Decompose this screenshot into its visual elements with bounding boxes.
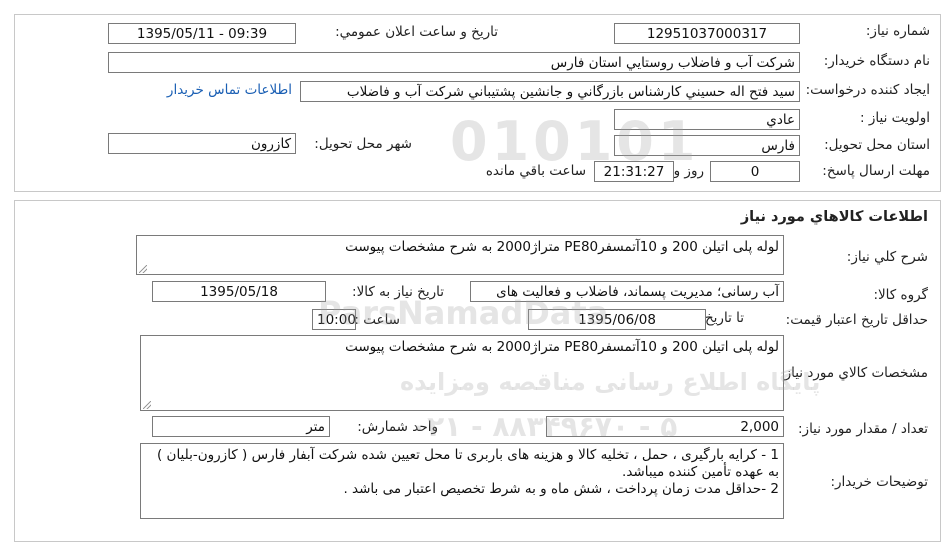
until-date-field[interactable]: 1395/06/08 xyxy=(528,309,706,330)
time-left-field[interactable]: 21:31:27 xyxy=(594,161,674,182)
quantity-field[interactable]: 2,000 xyxy=(546,416,784,437)
resize-handle[interactable] xyxy=(143,401,151,409)
goods-spec-text: لوله پلی اتیلن 200 و 10آتمسفرPE80 متراژ2… xyxy=(345,339,779,355)
priority-label: اولويت نياز : xyxy=(860,110,930,126)
buyer-notes-line-1: 1 - کرایه بارگیری ، حمل ، تخلیه کالا و ه… xyxy=(156,447,779,480)
general-desc-text: لوله پلی اتیلن 200 و 10آتمسفرPE80 متراژ2… xyxy=(345,239,779,255)
goods-info-panel: اطلاعات کالاهاي مورد نياز شرح کلي نياز: … xyxy=(14,200,941,542)
buyer-notes-field[interactable]: 1 - کرایه بارگیری ، حمل ، تخلیه کالا و ه… xyxy=(140,443,784,519)
need-number-label: شماره نياز: xyxy=(865,23,930,39)
buyer-org-field[interactable]: شرکت آب و فاضلاب روستايي استان فارس xyxy=(108,52,800,73)
province-field[interactable]: فارس xyxy=(614,135,800,156)
quantity-label: تعداد / مقدار مورد نياز: xyxy=(798,421,928,437)
general-desc-field[interactable]: لوله پلی اتیلن 200 و 10آتمسفرPE80 متراژ2… xyxy=(136,235,784,275)
days-label: روز و xyxy=(673,163,704,179)
need-info-panel: شماره نياز: 12951037000317 تاريخ و ساعت … xyxy=(14,14,941,192)
buyer-notes-line-2: 2 -حداقل مدت زمان پرداخت ، شش ماه و به ش… xyxy=(343,481,779,497)
days-field[interactable]: 0 xyxy=(710,161,800,182)
need-date-field[interactable]: 1395/05/18 xyxy=(152,281,326,302)
need-number-field[interactable]: 12951037000317 xyxy=(614,23,800,44)
city-field[interactable]: کازرون xyxy=(108,133,296,154)
goods-group-field[interactable]: آب رسانی؛ مدیریت پسماند، فاضلاب و فعالیت… xyxy=(470,281,784,302)
deadline-label: مهلت ارسال پاسخ: xyxy=(822,163,930,179)
hour-field[interactable]: 10:00 xyxy=(312,309,356,330)
hour-label: ساعت : xyxy=(354,312,400,328)
general-desc-label: شرح کلي نياز: xyxy=(846,249,928,265)
requester-label: ايجاد کننده درخواست: xyxy=(805,82,930,98)
requester-field[interactable]: سيد فتح اله حسيني کارشناس بازرگاني و جان… xyxy=(300,81,800,102)
announce-date-field[interactable]: 1395/05/11 - 09:39 xyxy=(108,23,296,44)
city-label: شهر محل تحويل: xyxy=(314,136,412,152)
announce-date-label: تاريخ و ساعت اعلان عمومي: xyxy=(335,24,498,40)
goods-group-label: گروه کالا: xyxy=(873,287,928,303)
goods-spec-field[interactable]: لوله پلی اتیلن 200 و 10آتمسفرPE80 متراژ2… xyxy=(140,335,784,411)
unit-field[interactable]: متر xyxy=(152,416,330,437)
province-label: استان محل تحويل: xyxy=(824,137,930,153)
time-left-label: ساعت باقي مانده xyxy=(485,163,586,179)
goods-spec-label: مشخصات کالاي مورد نياز: xyxy=(780,365,928,381)
priority-field[interactable]: عادي xyxy=(614,109,800,130)
price-validity-label: حداقل تاريخ اعتبار قيمت: xyxy=(785,312,928,328)
buyer-org-label: نام دستگاه خريدار: xyxy=(823,53,930,69)
unit-label: واحد شمارش: xyxy=(357,419,438,435)
resize-handle[interactable] xyxy=(139,265,147,273)
need-date-label: تاريخ نياز به کالا: xyxy=(352,284,444,300)
contact-info-link[interactable]: اطلاعات تماس خريدار xyxy=(167,82,292,98)
buyer-notes-label: توضيحات خريدار: xyxy=(830,474,928,490)
section-title: اطلاعات کالاهاي مورد نياز xyxy=(740,209,928,225)
